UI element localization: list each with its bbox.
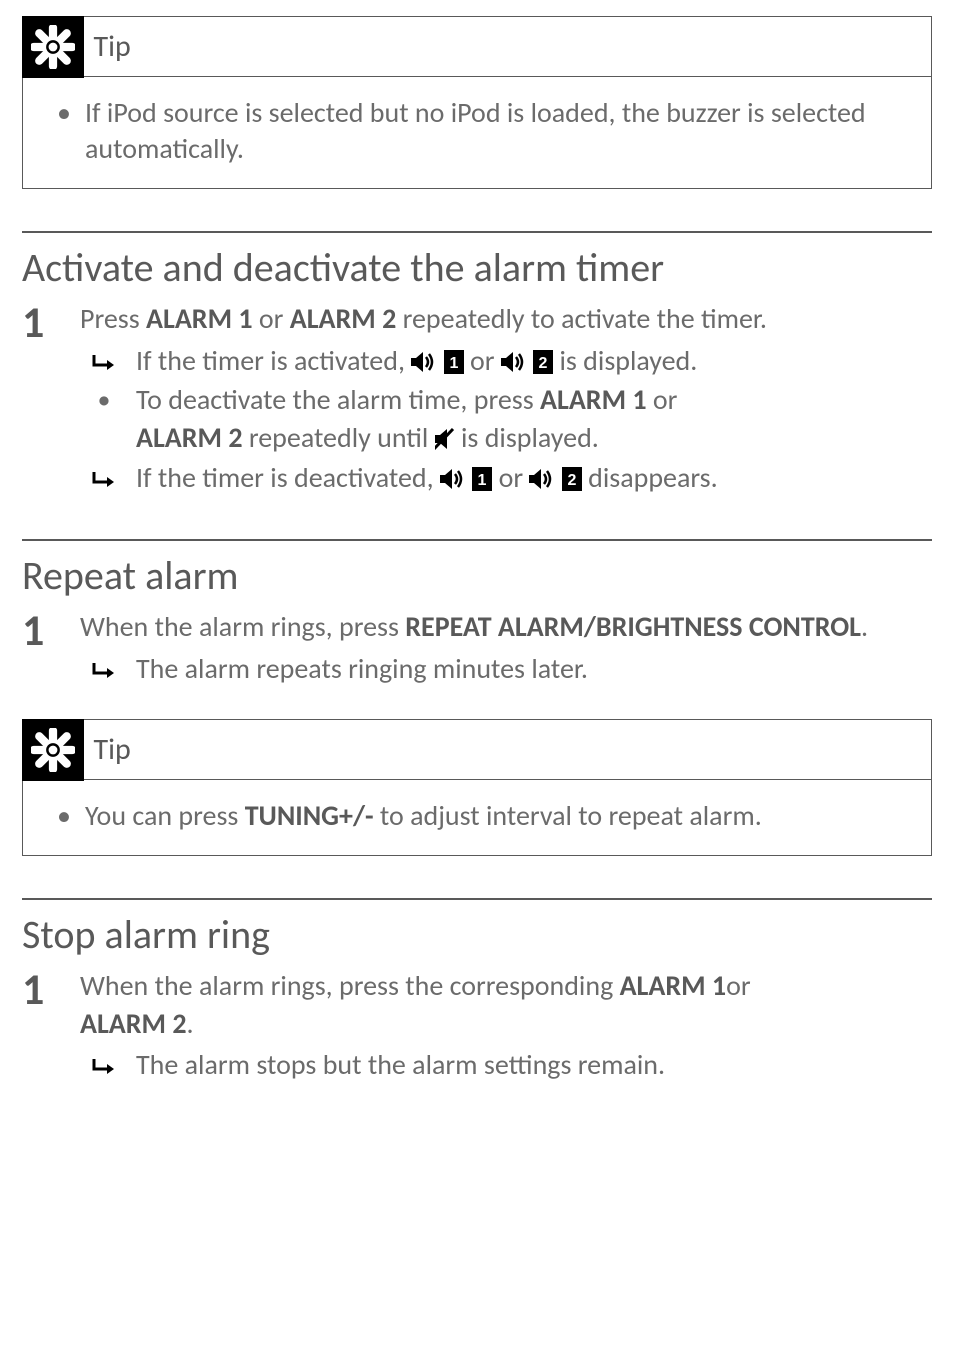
speaker-sound-icon: [501, 350, 527, 374]
t: is displayed.: [455, 420, 599, 455]
tip-callout: Tip If iPod source is selected but no iP…: [22, 16, 932, 189]
t: When the alarm rings, press the correspo…: [80, 968, 620, 1003]
rule: [22, 539, 932, 541]
step-body: When the alarm rings, press REPEAT ALARM…: [80, 608, 932, 688]
step-number: 1: [22, 608, 52, 652]
bullet-marker: •: [90, 381, 118, 417]
result-arrow-icon: [90, 650, 118, 686]
t: .: [861, 609, 868, 644]
tip-body: You can press TUNING+/- to adjust interv…: [23, 780, 931, 854]
result-arrow-icon: [90, 342, 118, 378]
result-arrow-icon: [90, 459, 118, 495]
step: 1 When the alarm rings, press REPEAT ALA…: [22, 608, 932, 688]
result-line: The alarm repeats ringing minutes later.: [80, 650, 932, 688]
step-body: Press ALARM 1 or ALARM 2 repeatedly to a…: [80, 300, 932, 497]
step-main: When the alarm rings, press the correspo…: [80, 967, 932, 1043]
step: 1 Press ALARM 1 or ALARM 2 repeatedly to…: [22, 300, 932, 497]
t: to adjust interval to repeat alarm.: [374, 798, 762, 833]
t: or: [647, 382, 678, 417]
bullet-text: To deactivate the alarm time, press ALAR…: [136, 381, 932, 457]
t: ALARM 2: [290, 301, 397, 336]
t: ALARM 1: [540, 382, 647, 417]
section-activate: Activate and deactivate the alarm timer …: [22, 231, 932, 497]
speaker-sound-icon: [529, 467, 555, 491]
result-line: The alarm stops but the alarm settings r…: [80, 1046, 932, 1084]
tip-text: You can press TUNING+/- to adjust interv…: [57, 798, 911, 834]
step-number: 1: [22, 300, 52, 344]
t: or: [492, 460, 529, 495]
t: ALARM 1: [620, 968, 727, 1003]
speaker-sound-icon: [440, 467, 466, 491]
asterisk-icon: [22, 719, 84, 781]
t: REPEAT ALARM/BRIGHTNESS CONTROL: [405, 609, 861, 644]
t: is displayed.: [553, 343, 697, 378]
tip-header: Tip: [23, 720, 931, 780]
t: Press: [80, 301, 146, 336]
step-main: When the alarm rings, press REPEAT ALARM…: [80, 608, 932, 646]
section-heading: Stop alarm ring: [22, 910, 932, 959]
result-text: If the timer is deactivated, or disappea…: [136, 459, 932, 497]
bullet-line: • To deactivate the alarm time, press AL…: [80, 381, 932, 457]
section-heading: Activate and deactivate the alarm timer: [22, 243, 932, 292]
result-text: The alarm stops but the alarm settings r…: [136, 1046, 932, 1084]
tip-body: If iPod source is selected but no iPod i…: [23, 77, 931, 188]
step-number: 1: [22, 967, 52, 1011]
t: repeatedly until: [243, 420, 435, 455]
digit-2-icon: [533, 350, 553, 374]
t: disappears.: [582, 460, 718, 495]
section-repeat: Repeat alarm 1 When the alarm rings, pre…: [22, 539, 932, 688]
page: Tip If iPod source is selected but no iP…: [0, 0, 954, 1124]
t: ALARM 1: [146, 301, 253, 336]
section-heading: Repeat alarm: [22, 551, 932, 600]
step-main: Press ALARM 1 or ALARM 2 repeatedly to a…: [80, 300, 932, 338]
t: .: [187, 1006, 194, 1041]
t: ALARM 2: [136, 420, 243, 455]
t: or: [726, 968, 751, 1003]
result-line: If the timer is deactivated, or disappea…: [80, 459, 932, 497]
rule: [22, 898, 932, 900]
tip-label: Tip: [94, 28, 131, 65]
result-arrow-icon: [90, 1046, 118, 1082]
t: If the timer is activated,: [136, 343, 411, 378]
t: You can press: [85, 798, 245, 833]
t: repeatedly to activate the timer.: [396, 301, 767, 336]
speaker-sound-icon: [411, 350, 437, 374]
t: To deactivate the alarm time, press: [136, 382, 540, 417]
rule: [22, 231, 932, 233]
tip-label: Tip: [94, 731, 131, 768]
tip-header: Tip: [23, 17, 931, 77]
speaker-mute-icon: [435, 427, 455, 451]
section-stop: Stop alarm ring 1 When the alarm rings, …: [22, 898, 932, 1084]
digit-1-icon: [444, 350, 464, 374]
digit-1-icon: [472, 467, 492, 491]
tip-callout: Tip You can press TUNING+/- to adjust in…: [22, 719, 932, 855]
result-line: If the timer is activated, or is display…: [80, 342, 932, 380]
step: 1 When the alarm rings, press the corres…: [22, 967, 932, 1084]
digit-2-icon: [562, 467, 582, 491]
t: If the timer is deactivated,: [136, 460, 440, 495]
result-text: If the timer is activated, or is display…: [136, 342, 932, 380]
t: TUNING+/-: [245, 798, 374, 833]
step-body: When the alarm rings, press the correspo…: [80, 967, 932, 1084]
t: When the alarm rings, press: [80, 609, 405, 644]
tip-text: If iPod source is selected but no iPod i…: [57, 95, 911, 168]
t: ALARM 2: [80, 1006, 187, 1041]
t: or: [253, 301, 290, 336]
asterisk-icon: [22, 16, 84, 78]
t: or: [464, 343, 501, 378]
result-text: The alarm repeats ringing minutes later.: [136, 650, 932, 688]
